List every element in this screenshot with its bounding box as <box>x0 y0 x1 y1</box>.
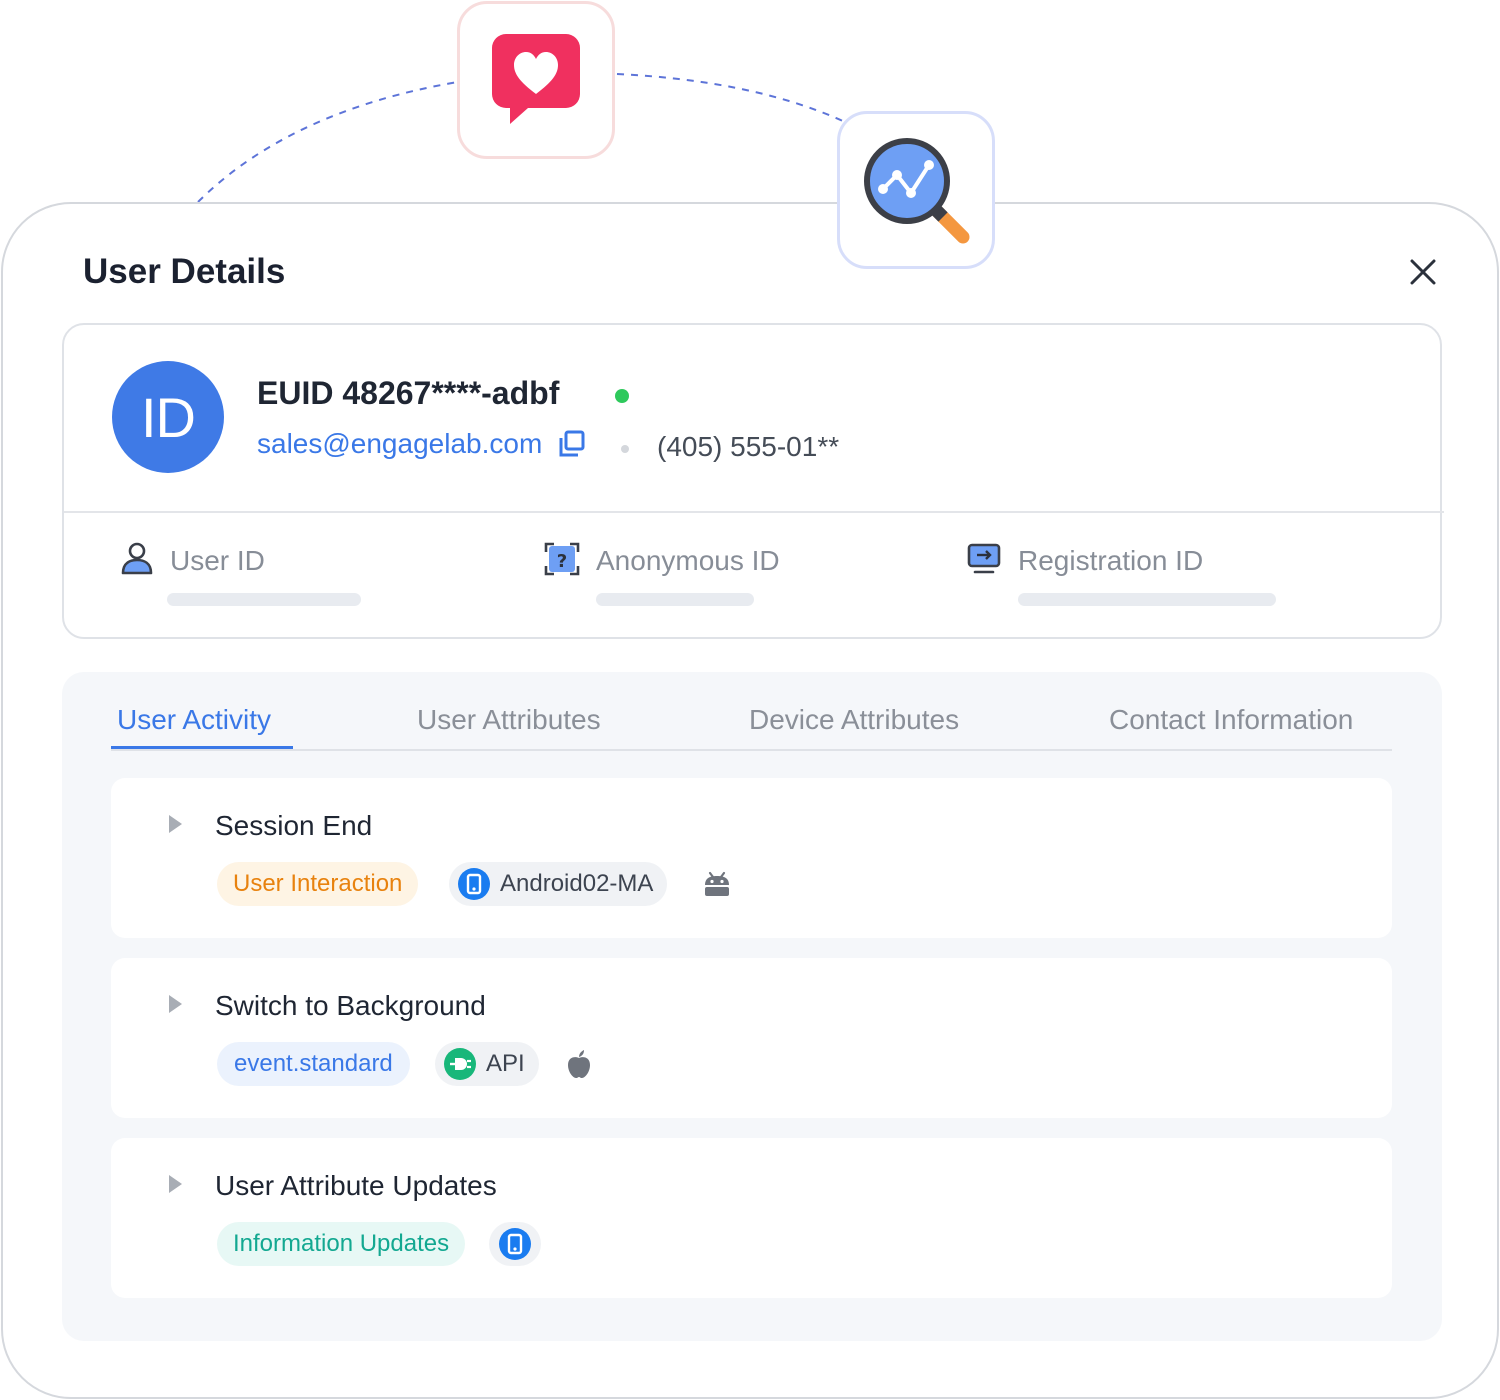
event-item-session-end[interactable]: Session End User Interaction Android02-M… <box>111 778 1392 938</box>
mobile-device-icon <box>499 1228 531 1260</box>
analytics-search-tile <box>837 111 995 269</box>
apple-icon <box>568 1050 590 1078</box>
user-id-placeholder-bar <box>167 593 361 606</box>
heart-message-tile <box>457 1 615 159</box>
device-chip <box>489 1222 541 1266</box>
event-title: Session End <box>215 810 373 841</box>
anonymous-id-field: ? Anonymous ID <box>544 541 804 621</box>
expand-caret-icon[interactable] <box>163 1172 187 1196</box>
device-label: Android02-MA <box>500 870 654 897</box>
event-item-switch-to-background[interactable]: Switch to Background event.standard API <box>111 958 1392 1118</box>
tab-bar: User Activity User Attributes Device Att… <box>111 672 1392 751</box>
registration-id-icon <box>967 543 1001 574</box>
close-button[interactable] <box>1405 254 1441 290</box>
email-link[interactable]: sales@engagelab.com <box>257 428 542 460</box>
mobile-device-icon <box>458 868 490 900</box>
event-category-tag: Information Updates <box>217 1222 466 1266</box>
api-plug-icon <box>444 1048 476 1080</box>
heart-message-icon <box>492 34 580 124</box>
profile-card: ID EUID 48267****-adbf sales@engagelab.c… <box>62 323 1444 639</box>
android-icon <box>705 871 729 896</box>
tab-contact-information[interactable]: Contact Information <box>1109 704 1353 736</box>
user-icon <box>121 542 153 575</box>
analytics-search-icon <box>864 138 970 244</box>
avatar: ID <box>112 361 224 473</box>
anonymous-id-icon: ? <box>544 542 580 576</box>
event-item-user-attribute-updates[interactable]: User Attribute Updates Information Updat… <box>111 1138 1392 1298</box>
phone-number: (405) 555-01** <box>657 431 840 462</box>
tab-user-attributes[interactable]: User Attributes <box>417 704 601 736</box>
close-icon <box>1410 259 1436 285</box>
source-chip: API <box>435 1042 539 1086</box>
separator-dot <box>621 445 629 453</box>
anonymous-id-placeholder-bar <box>596 593 754 606</box>
source-label: API <box>486 1050 525 1077</box>
expand-caret-icon[interactable] <box>163 812 187 836</box>
event-title: User Attribute Updates <box>215 1170 497 1201</box>
device-chip: Android02-MA <box>449 862 668 906</box>
copy-icon[interactable] <box>557 429 587 459</box>
user-details-panel: User Details ID EUID 48267****-adbf sale… <box>1 202 1499 1399</box>
euid-label: EUID 48267****-adbf <box>257 375 560 411</box>
user-id-field: User ID <box>120 541 380 621</box>
tab-device-attributes[interactable]: Device Attributes <box>749 704 959 736</box>
activity-panel: User Activity User Attributes Device Att… <box>62 672 1442 1341</box>
event-category-tag: event.standard <box>217 1042 410 1086</box>
expand-caret-icon[interactable] <box>163 992 187 1016</box>
active-tab-indicator <box>111 746 293 749</box>
event-title: Switch to Background <box>215 990 486 1021</box>
online-status-indicator <box>615 389 629 403</box>
event-category-tag: User Interaction <box>217 862 419 906</box>
registration-id-placeholder-bar <box>1018 593 1276 606</box>
svg-text:?: ? <box>557 551 567 572</box>
registration-id-label: Registration ID <box>1018 545 1204 576</box>
anonymous-id-label: Anonymous ID <box>596 545 780 576</box>
tab-user-activity[interactable]: User Activity <box>117 704 271 736</box>
panel-title: User Details <box>83 252 286 291</box>
registration-id-field: Registration ID <box>966 541 1286 621</box>
card-divider <box>64 511 1444 513</box>
user-id-label: User ID <box>170 545 265 576</box>
